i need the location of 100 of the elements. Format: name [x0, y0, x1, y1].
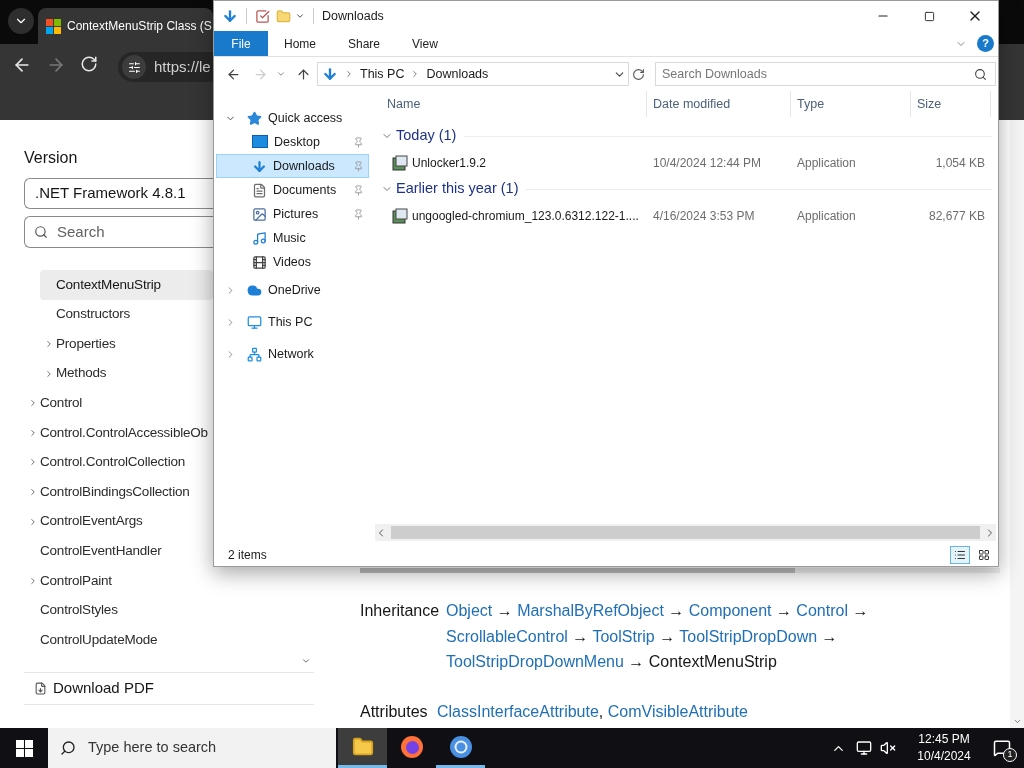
folder-icon — [351, 735, 374, 758]
taskbar-app[interactable] — [338, 728, 387, 768]
tree-item[interactable]: ControlUpdateMode — [24, 625, 213, 655]
column-header[interactable]: Date modified — [647, 91, 791, 117]
document-icon — [252, 182, 267, 198]
recent-locations-icon[interactable] — [276, 69, 286, 79]
network-icon[interactable] — [856, 740, 872, 756]
scrollbar-thumb[interactable] — [391, 526, 980, 539]
ribbon-tab[interactable]: Home — [268, 31, 332, 56]
nav-item[interactable]: Network — [216, 338, 369, 370]
details-view-icon[interactable] — [950, 546, 970, 564]
inheritance-chain: Object → MarshalByRefObject → Component → Control → ScrollableControl → ToolStrip → ToolStripDropDown → ToolStripDropDownMenu → ContextMenuStrip — [446, 601, 869, 672]
scroll-down-icon[interactable] — [1012, 717, 1022, 726]
nav-item[interactable]: Music — [216, 226, 369, 250]
file-row[interactable]: Unlocker1.9.2 10/4/2024 12:44 PM Application 1,054 KB — [371, 149, 998, 176]
type-link[interactable]: ToolStripDropDown — [679, 627, 818, 645]
file-type: Application — [796, 154, 857, 172]
tree-item[interactable]: Control — [24, 388, 213, 418]
tree-item[interactable]: ControlPaint — [24, 565, 213, 596]
chevron-icon — [28, 575, 38, 586]
caret-icon[interactable] — [295, 11, 305, 21]
group-header[interactable]: Earlier this year (1) — [396, 178, 519, 200]
download-pdf-link[interactable]: Download PDF — [24, 672, 314, 705]
browser-tab[interactable]: ContextMenuStrip Class (S — [38, 8, 213, 44]
file-date: 10/4/2024 12:44 PM — [652, 154, 763, 172]
refresh-icon[interactable] — [632, 67, 645, 81]
nav-item[interactable]: Videos — [216, 250, 369, 274]
nav-item[interactable]: Quick access — [216, 106, 369, 130]
search-field[interactable]: Search Downloads — [655, 62, 996, 86]
type-link[interactable]: Object — [446, 602, 493, 619]
tree-item[interactable]: ControlBindingsCollection — [24, 477, 213, 507]
ribbon-tab[interactable]: Share — [332, 31, 397, 56]
firefox-icon — [399, 734, 424, 759]
column-header[interactable]: Size — [911, 91, 991, 117]
taskbar-search-field[interactable]: Type here to search — [48, 728, 336, 768]
nav-item[interactable]: OneDrive — [216, 274, 369, 306]
attributes-list: ClassInterfaceAttribute, ComVisibleAttribute — [437, 698, 748, 724]
tree-item[interactable]: ControlEventArgs — [24, 506, 213, 537]
nav-item[interactable]: Desktop — [216, 130, 369, 154]
breadcrumb-item[interactable]: Downloads — [426, 64, 489, 84]
tree-item[interactable]: Control.ControlCollection — [24, 447, 213, 478]
nav-item[interactable]: This PC — [216, 306, 369, 338]
breadcrumb-item[interactable]: This PC — [360, 64, 405, 84]
tree-item[interactable]: ControlEventHandler — [24, 536, 213, 566]
file-size: 82,677 KB — [927, 207, 986, 225]
version-label: Version — [24, 148, 78, 168]
tree-item[interactable]: Control.ControlAccessibleOb — [24, 417, 213, 448]
tune-icon — [127, 60, 141, 74]
chevron-icon — [28, 398, 38, 409]
ribbon-tab[interactable]: View — [396, 31, 454, 56]
tree-item[interactable]: Methods — [40, 358, 213, 389]
back-icon[interactable] — [226, 66, 241, 82]
file-row[interactable]: ungoogled-chromium_123.0.6312.122-1.... 4/16/2024 3:53 PM Application 82,677 KB — [371, 202, 998, 229]
network-icon — [247, 346, 262, 362]
search-icon — [974, 67, 987, 81]
type-link[interactable]: ComVisibleAttribute — [607, 702, 748, 720]
type-link[interactable]: ToolStrip — [592, 627, 655, 645]
column-header[interactable]: Type — [791, 91, 911, 117]
notification-button[interactable]: 1 — [990, 736, 1014, 760]
ribbon-tab[interactable]: File — [214, 31, 268, 56]
address-field[interactable]: This PC Downloads — [317, 62, 629, 86]
nav-item[interactable]: Downloads — [216, 154, 369, 178]
download-icon — [322, 66, 338, 82]
tree-item[interactable]: Properties — [40, 329, 213, 359]
tree-item[interactable]: ContextMenuStrip — [40, 270, 213, 300]
picture-icon — [252, 206, 267, 222]
scroll-down-icon[interactable] — [301, 656, 311, 666]
group-header[interactable]: Today (1) — [396, 125, 457, 147]
type-link[interactable]: ScrollableControl — [446, 627, 568, 645]
version-select[interactable]: .NET Framework 4.8.1 — [24, 178, 213, 209]
help-button[interactable]: ? — [977, 35, 994, 52]
tab-list-button[interactable] — [8, 8, 34, 34]
address-bar[interactable]: https://le — [118, 52, 213, 82]
type-link[interactable]: MarshalByRefObject — [517, 602, 664, 619]
reload-icon[interactable] — [80, 55, 98, 73]
nav-item[interactable]: Pictures — [216, 202, 369, 226]
search-field[interactable]: Search — [24, 216, 213, 248]
scrollbar-thumb[interactable] — [360, 568, 795, 573]
download-icon — [252, 158, 267, 174]
type-link[interactable]: Control — [796, 602, 848, 619]
type-link[interactable]: ToolStripDropDownMenu — [446, 653, 624, 670]
item-count: 2 items — [228, 547, 268, 564]
nav-item[interactable]: Documents — [216, 178, 369, 202]
site-info-button[interactable] — [122, 55, 146, 79]
url-text: https://le — [154, 56, 211, 77]
tree-item[interactable]: Constructors — [40, 299, 213, 330]
maximize-icon — [923, 10, 935, 22]
properties-icon[interactable] — [255, 8, 270, 24]
type-link[interactable]: Component — [688, 602, 772, 619]
tree-item[interactable]: ControlStyles — [24, 595, 213, 626]
window-title: Downloads — [322, 7, 385, 25]
tab-title: ContextMenuStrip Class (S — [67, 18, 212, 35]
file-type: Application — [796, 207, 857, 225]
chevron-icon — [28, 427, 38, 438]
volume-muted-icon[interactable] — [880, 740, 896, 756]
column-header[interactable]: Name — [381, 91, 647, 117]
up-icon[interactable] — [296, 66, 311, 82]
desktop-icon — [252, 135, 268, 149]
type-link[interactable]: ClassInterfaceAttribute — [437, 702, 599, 720]
clock[interactable]: 12:45 PM 10/4/2024 — [906, 731, 982, 765]
